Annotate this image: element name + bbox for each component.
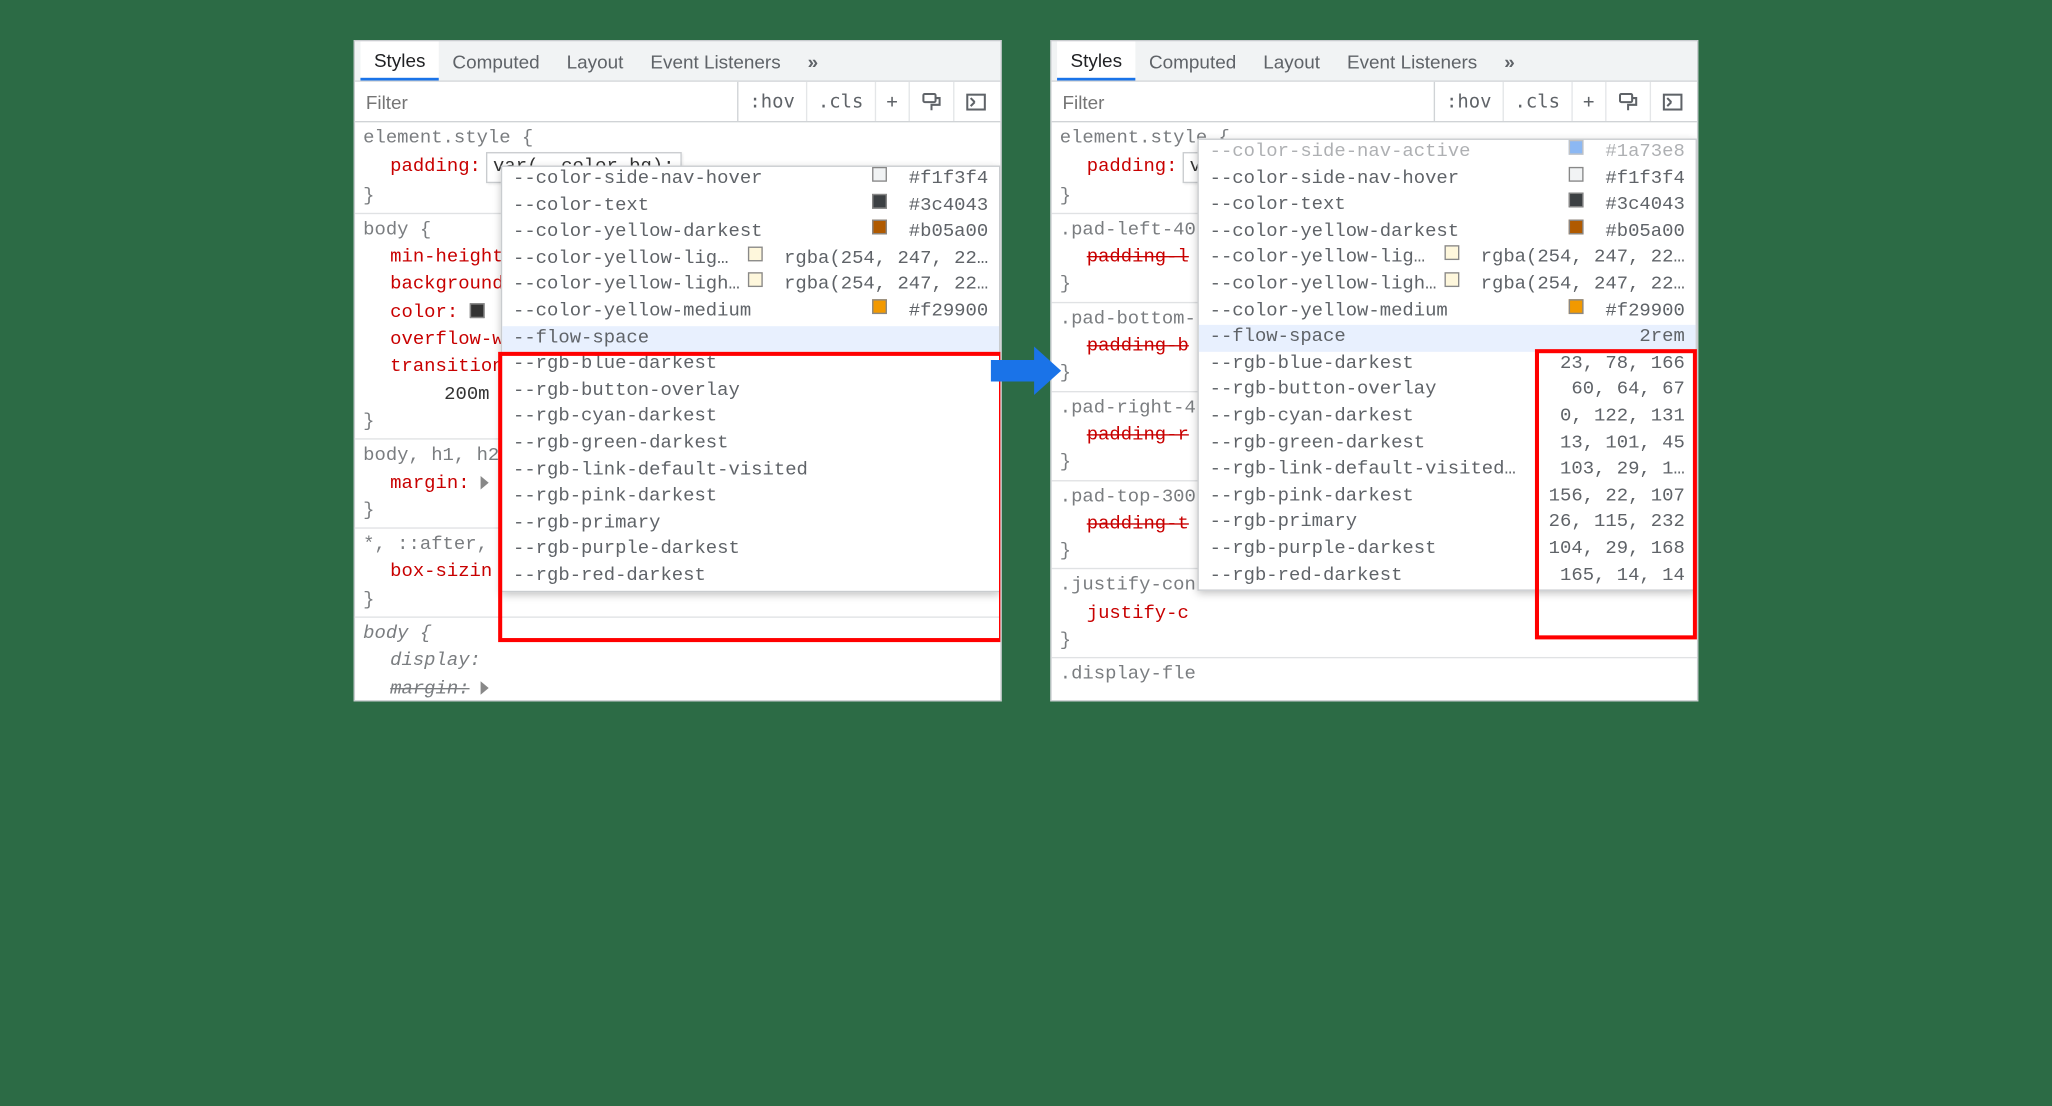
var-row[interactable]: --rgb-link-default-visited bbox=[502, 458, 999, 484]
color-swatch bbox=[1569, 219, 1584, 234]
comparison-wrap: Styles Computed Layout Event Listeners »… bbox=[354, 40, 1699, 702]
var-row[interactable]: --rgb-red-darkest bbox=[502, 564, 999, 590]
var-row[interactable]: --color-yellow-darkest#b05a00 bbox=[502, 220, 999, 246]
tabs-bar: Styles Computed Layout Event Listeners » bbox=[1052, 41, 1697, 82]
hov-button[interactable]: :hov bbox=[1435, 82, 1503, 121]
color-swatch bbox=[1569, 166, 1584, 181]
var-row[interactable]: --color-text#3c4043 bbox=[1199, 193, 1696, 219]
var-row[interactable]: --rgb-link-default-visited…103, 29, 1… bbox=[1199, 457, 1696, 483]
var-row[interactable]: --rgb-blue-darkest bbox=[502, 352, 999, 378]
color-swatch bbox=[872, 193, 887, 208]
display-flex-selector: .display-fle bbox=[1060, 661, 1689, 688]
rule-close: } bbox=[1060, 627, 1689, 654]
tab-event-listeners[interactable]: Event Listeners bbox=[1333, 41, 1490, 80]
color-swatch bbox=[872, 167, 887, 182]
var-row[interactable]: --color-yellow-ligh…rgba(254, 247, 22… bbox=[502, 273, 999, 299]
padding-prop[interactable]: padding: bbox=[363, 157, 481, 179]
var-row[interactable]: --rgb-red-darkest165, 14, 14 bbox=[1199, 563, 1696, 589]
expand-icon[interactable] bbox=[481, 681, 489, 695]
padding-prop[interactable]: padding: bbox=[1060, 157, 1178, 179]
var-row[interactable]: --color-side-nav-active#1a73e8 bbox=[1199, 140, 1696, 166]
tabs-bar: Styles Computed Layout Event Listeners » bbox=[355, 41, 1000, 82]
tab-styles[interactable]: Styles bbox=[1057, 41, 1135, 80]
autocomplete-popup-right[interactable]: --color-side-nav-active#1a73e8 --color-s… bbox=[1197, 139, 1697, 591]
display-prop[interactable]: display: bbox=[363, 648, 992, 675]
filter-input[interactable] bbox=[355, 82, 739, 121]
var-row[interactable]: --rgb-purple-darkest104, 29, 168 bbox=[1199, 537, 1696, 563]
tab-computed[interactable]: Computed bbox=[439, 41, 553, 80]
var-row[interactable]: --color-yellow-medium#f29900 bbox=[1199, 299, 1696, 325]
autocomplete-popup-left[interactable]: --color-side-nav-hover#f1f3f4 --color-te… bbox=[501, 166, 1001, 592]
color-swatch bbox=[872, 220, 887, 235]
ua-margin-prop[interactable]: margin: bbox=[363, 678, 469, 700]
color-swatch bbox=[1444, 246, 1459, 261]
color-swatch bbox=[1569, 140, 1584, 155]
cls-button[interactable]: .cls bbox=[807, 82, 875, 121]
color-swatch bbox=[1569, 299, 1584, 314]
paint-icon[interactable] bbox=[1607, 82, 1652, 121]
element-style-selector: element.style { bbox=[363, 125, 992, 152]
tab-more[interactable]: » bbox=[1491, 41, 1529, 80]
new-rule-button[interactable]: + bbox=[876, 82, 910, 121]
var-row[interactable]: --flow-space bbox=[502, 326, 999, 352]
color-swatch bbox=[1444, 272, 1459, 287]
tab-layout[interactable]: Layout bbox=[1250, 41, 1334, 80]
var-row[interactable]: --rgb-green-darkest13, 101, 45 bbox=[1199, 431, 1696, 457]
var-row[interactable]: --color-yellow-lig…rgba(254, 247, 22… bbox=[1199, 246, 1696, 272]
var-row[interactable]: --rgb-button-overlay60, 64, 67 bbox=[1199, 378, 1696, 404]
tab-layout[interactable]: Layout bbox=[553, 41, 637, 80]
color-swatch bbox=[748, 273, 763, 288]
tab-computed[interactable]: Computed bbox=[1136, 41, 1250, 80]
expand-icon[interactable] bbox=[481, 475, 489, 489]
toggle-sidebar-icon[interactable] bbox=[1651, 82, 1697, 121]
var-row[interactable]: --color-yellow-ligh…rgba(254, 247, 22… bbox=[1199, 272, 1696, 298]
var-row[interactable]: --rgb-primary26, 115, 232 bbox=[1199, 510, 1696, 536]
var-row[interactable]: --color-yellow-medium#f29900 bbox=[502, 299, 999, 325]
var-row[interactable]: --color-side-nav-hover#f1f3f4 bbox=[502, 167, 999, 193]
devtools-panel-right: Styles Computed Layout Event Listeners »… bbox=[1050, 40, 1698, 702]
var-row[interactable]: --rgb-pink-darkest bbox=[502, 484, 999, 510]
filter-input[interactable] bbox=[1052, 82, 1436, 121]
var-row[interactable]: --rgb-button-overlay bbox=[502, 379, 999, 405]
tab-more[interactable]: » bbox=[794, 41, 832, 80]
color-swatch bbox=[748, 246, 763, 261]
color-prop[interactable]: color: bbox=[363, 302, 458, 324]
var-row[interactable]: --color-text#3c4043 bbox=[502, 193, 999, 219]
var-row[interactable]: --rgb-purple-darkest bbox=[502, 537, 999, 563]
styles-toolbar: :hov .cls + bbox=[1052, 82, 1697, 122]
margin-prop[interactable]: margin: bbox=[363, 473, 469, 495]
ua-body-selector: body { bbox=[363, 621, 992, 648]
cls-button[interactable]: .cls bbox=[1504, 82, 1572, 121]
var-row[interactable]: --rgb-blue-darkest23, 78, 166 bbox=[1199, 352, 1696, 378]
new-rule-button[interactable]: + bbox=[1572, 82, 1606, 121]
color-swatch bbox=[1569, 193, 1584, 208]
var-row[interactable]: --color-side-nav-hover#f1f3f4 bbox=[1199, 166, 1696, 192]
var-row[interactable]: --color-yellow-lig…rgba(254, 247, 22… bbox=[502, 246, 999, 272]
var-row[interactable]: --rgb-green-darkest bbox=[502, 431, 999, 457]
toggle-sidebar-icon[interactable] bbox=[954, 82, 1000, 121]
hov-button[interactable]: :hov bbox=[739, 82, 807, 121]
var-row[interactable]: --rgb-cyan-darkest0, 122, 131 bbox=[1199, 404, 1696, 430]
devtools-panel-left: Styles Computed Layout Event Listeners »… bbox=[354, 40, 1002, 702]
var-row[interactable]: --rgb-pink-darkest156, 22, 107 bbox=[1199, 484, 1696, 510]
styles-toolbar: :hov .cls + bbox=[355, 82, 1000, 122]
color-swatch bbox=[872, 299, 887, 314]
var-row[interactable]: --flow-space2rem bbox=[1199, 325, 1696, 351]
paint-icon[interactable] bbox=[910, 82, 955, 121]
var-row[interactable]: --rgb-cyan-darkest bbox=[502, 405, 999, 431]
arrow-icon bbox=[988, 344, 1064, 398]
tab-event-listeners[interactable]: Event Listeners bbox=[637, 41, 794, 80]
tab-styles[interactable]: Styles bbox=[360, 41, 438, 80]
justify-content-prop[interactable]: justify-c bbox=[1060, 600, 1689, 627]
var-row[interactable]: --rgb-primary bbox=[502, 511, 999, 537]
var-row[interactable]: --color-yellow-darkest#b05a00 bbox=[1199, 219, 1696, 245]
